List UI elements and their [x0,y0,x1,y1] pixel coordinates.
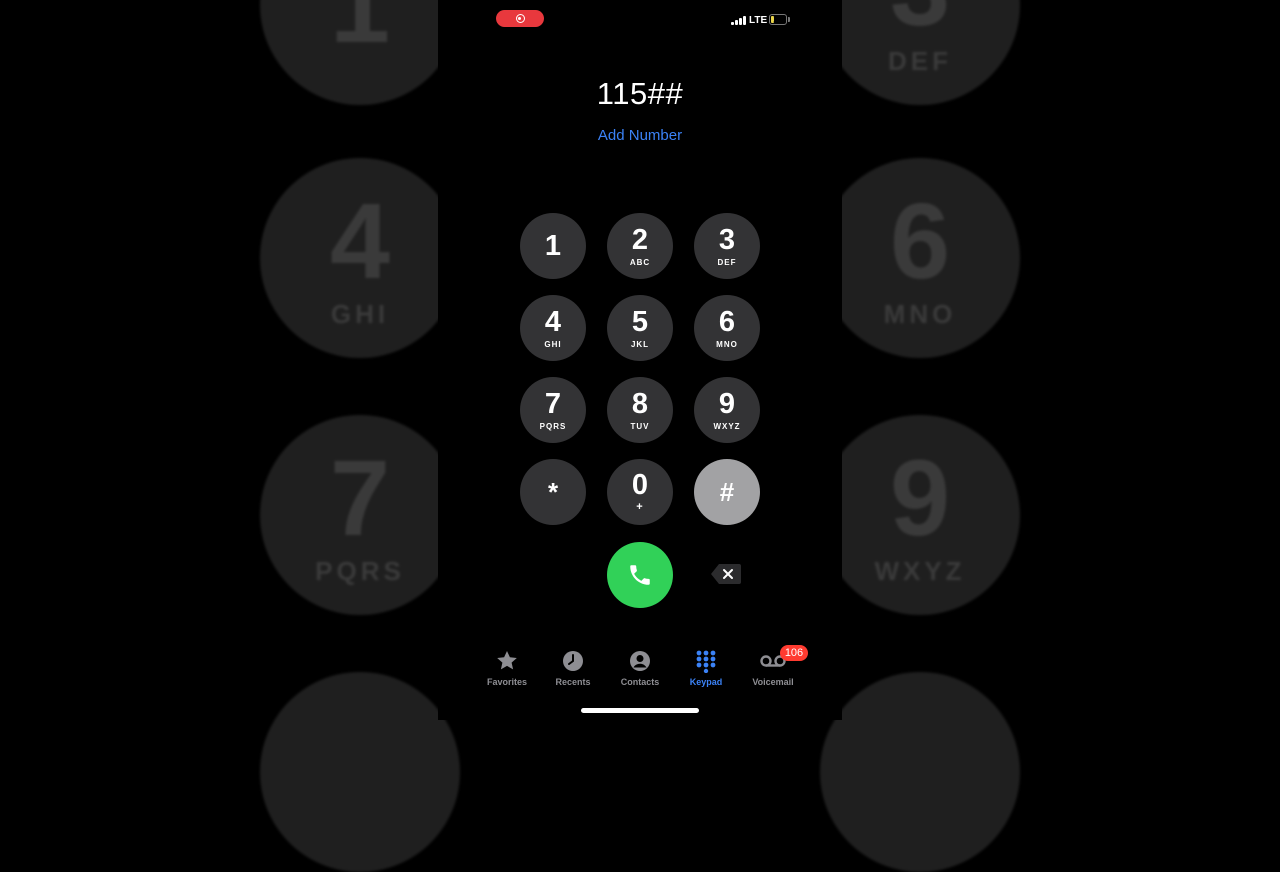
key-digit: 3 [718,223,736,256]
key-letters: MNO [716,339,738,349]
background-key-9: 9 WXYZ [820,415,1020,615]
key-1[interactable]: 1 [520,213,586,279]
tab-voicemail[interactable]: 106 Voicemail [740,645,808,694]
key-letters: TUV [630,421,650,431]
phone-screen: LTE 20 115## Add Number 1 2 ABC 3 DEF 4 … [438,0,842,720]
key-letters: WXYZ [713,421,741,431]
tab-label: Voicemail [752,677,794,687]
key-letters: DEF [717,257,737,267]
key-letters: PQRS [539,421,567,431]
background-key-letters: MNO [883,298,957,329]
key-symbol: # [719,477,735,507]
key-5[interactable]: 5 JKL [607,295,673,361]
tab-contacts[interactable]: Contacts [607,648,673,694]
keypad-grid-icon [693,648,719,674]
key-digit: 4 [544,305,562,338]
entered-number: 115## [596,76,684,111]
key-letters: ABC [629,257,651,267]
background-key-partial [820,672,1020,872]
key-2[interactable]: 2 ABC [607,213,673,279]
tab-label: Recents [555,677,591,687]
add-number-link[interactable]: Add Number [438,127,842,144]
network-type: LTE [749,15,768,26]
background-key-3: 3 DEF [820,0,1020,105]
background-key-7: 7 PQRS [260,415,460,615]
key-hash[interactable]: # [694,459,760,525]
key-digit: 7 [544,387,562,420]
key-letters: GHI [544,339,562,349]
tab-bar: Favorites Recents Contacts Keypad 106 Vo… [438,645,842,698]
key-7[interactable]: 7 PQRS [520,377,586,443]
key-digit: 0 [631,469,649,501]
battery-level: 20 [773,15,783,24]
call-button[interactable] [607,542,673,608]
clock-icon [560,648,586,674]
cellular-signal-icon [731,16,746,25]
tab-label: Keypad [689,677,723,687]
key-letters: JKL [630,339,650,349]
key-digit: 9 [718,387,736,420]
battery-tip [788,17,790,22]
key-digit: 6 [718,305,736,338]
key-8[interactable]: 8 TUV [607,377,673,443]
background-key-digit: 7 [329,436,391,558]
background-key-digit: 6 [889,179,951,301]
delete-button[interactable] [710,563,742,585]
tab-recents[interactable]: Recents [540,648,606,694]
key-digit: 8 [631,387,649,420]
voicemail-icon: 106 [760,645,808,674]
home-indicator[interactable] [581,708,699,713]
status-bar: LTE 20 [438,0,842,40]
tab-label: Favorites [486,677,528,687]
battery-icon: 20 [769,14,787,25]
key-4[interactable]: 4 GHI [520,295,586,361]
tab-label: Contacts [620,677,660,687]
record-icon [515,14,525,23]
background-key-digit: 1 [329,0,391,65]
key-3[interactable]: 3 DEF [694,213,760,279]
background-key-partial [260,672,460,872]
key-letters: + [636,501,644,513]
background-key-digit: 9 [889,436,951,558]
key-digit: 2 [631,223,649,256]
background-key-4: 4 GHI [260,158,460,358]
key-0[interactable]: 0 + [607,459,673,525]
tab-favorites[interactable]: Favorites [474,648,540,694]
background-key-digit: 4 [329,179,391,301]
key-6[interactable]: 6 MNO [694,295,760,361]
background-key-digit: 3 [890,0,950,42]
key-digit: 1 [544,229,562,262]
screen-recording-indicator[interactable] [496,10,544,27]
backspace-icon [711,564,741,584]
background-key-letters: DEF [888,45,952,76]
key-symbol: * [547,477,559,507]
voicemail-badge: 106 [780,645,808,661]
background-key-6: 6 MNO [820,158,1020,358]
key-star[interactable]: * [520,459,586,525]
key-9[interactable]: 9 WXYZ [694,377,760,443]
tab-keypad[interactable]: Keypad [673,648,739,694]
background-key-letters: PQRS [315,555,405,586]
phone-icon [630,565,650,585]
person-circle-icon [627,648,653,674]
background-key-1: 1 [260,0,460,105]
background-key-letters: GHI [330,298,390,329]
star-icon [494,648,520,674]
key-digit: 5 [631,305,649,338]
background-key-letters: WXYZ [874,555,966,586]
